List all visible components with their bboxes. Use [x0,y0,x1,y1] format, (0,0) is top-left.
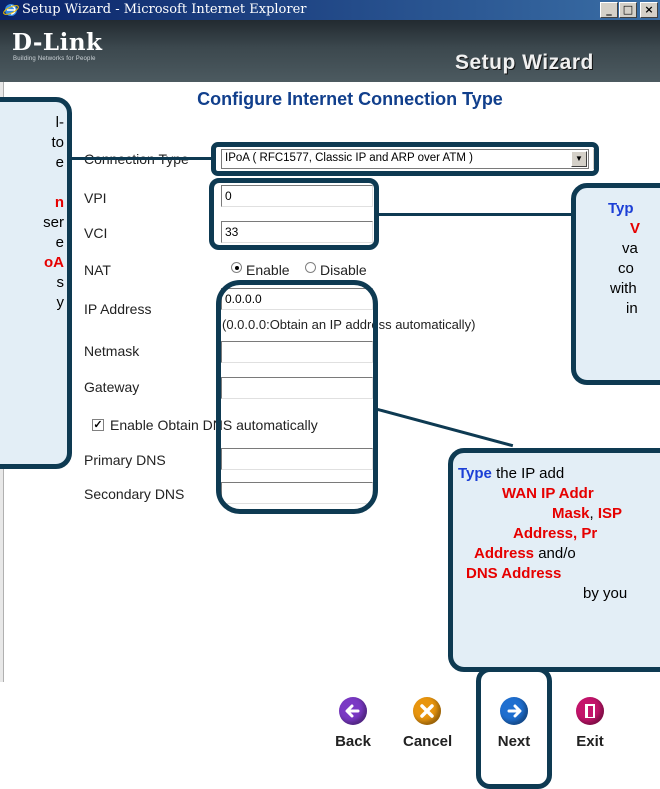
exit-door-icon [576,697,604,725]
cancel-button[interactable]: Cancel [403,697,453,750]
gateway-label: Gateway [84,379,140,395]
next-arrow-icon [500,697,528,725]
connection-type-highlight [211,142,599,176]
secondary-dns-label: Secondary DNS [84,486,185,502]
ip-callout-line: and/o [534,545,576,562]
ip-callout-line: Mask [552,505,590,522]
ip-callout-text: Type the IP add WAN IP Addr Mask, ISP Ad… [458,464,660,604]
vpi-callout-line: with [610,280,637,297]
close-button[interactable]: × [640,2,658,18]
window-title: Setup Wizard - Microsoft Internet Explor… [22,2,307,17]
vpi-label: VPI [84,190,107,206]
vci-label: VCI [84,225,108,241]
left-callout-line: s [56,274,65,291]
nat-enable-label: Enable [246,262,290,278]
back-label: Back [335,733,371,750]
left-callout-text: l- to e n ser e oA s y [0,113,64,313]
vpi-callout-text: Typ V va co with in [580,199,660,319]
ip-callout-line: by you [583,585,628,602]
vpi-vci-highlight [209,178,379,250]
page-title: Configure Internet Connection Type [197,89,503,109]
back-button[interactable]: Back [329,697,377,750]
nat-label: NAT [84,262,111,278]
ip-callout-line: WAN IP Addr [502,485,594,502]
left-callout-line: oA [44,254,64,271]
dlink-logo: D-Link [12,29,103,56]
dns-auto-checkbox[interactable]: ✓ [92,419,104,431]
left-callout-line: to [51,134,64,151]
exit-button[interactable]: Exit [566,697,614,750]
nat-disable-label: Disable [320,262,367,278]
header-title: Setup Wizard [455,51,594,74]
left-callout-line: y [56,294,65,311]
ip-callout-line: , [589,505,598,522]
left-callout-line: n [54,194,64,211]
vpi-callout-line: Typ [608,200,634,217]
ip-callout-line: Address [474,545,535,562]
minimize-button[interactable]: _ [600,2,618,18]
nat-disable-radio[interactable] [305,262,316,273]
ip-callout-verb: Type [458,465,492,482]
vpi-callout-line: va [622,240,638,257]
ip-callout-connector [377,408,514,448]
ip-address-label: IP Address [84,301,152,317]
netmask-label: Netmask [84,343,140,359]
back-arrow-icon [339,697,367,725]
ip-callout-line: the IP add [491,465,565,482]
vpi-callout-connector [379,213,573,216]
ip-callout-line: ISP [597,505,623,522]
next-label: Next [497,733,531,750]
ip-fields-highlight [216,280,378,514]
cancel-x-icon [413,697,441,725]
exit-label: Exit [576,733,604,750]
ip-callout-line: Address, Pr [513,525,598,542]
nat-enable-radio[interactable] [231,262,242,273]
left-callout-line: l- [55,114,64,131]
primary-dns-label: Primary DNS [84,452,166,468]
vpi-callout-line: V [630,220,641,237]
left-callout-line: ser [43,214,64,231]
next-button[interactable]: Next [490,697,538,750]
left-callout-line: e [55,234,64,251]
left-callout-line: e [55,154,64,171]
cancel-label: Cancel [403,733,453,750]
maximize-button[interactable]: □ [619,2,637,18]
left-callout-line [0,173,64,193]
vpi-callout-line: co [618,260,634,277]
internet-explorer-icon [3,4,19,16]
left-callout-connector [70,157,213,160]
vpi-callout-line: in [626,300,638,317]
ip-callout-line: DNS Address [466,565,562,582]
logo-tagline: Building Networks for People [13,56,96,62]
